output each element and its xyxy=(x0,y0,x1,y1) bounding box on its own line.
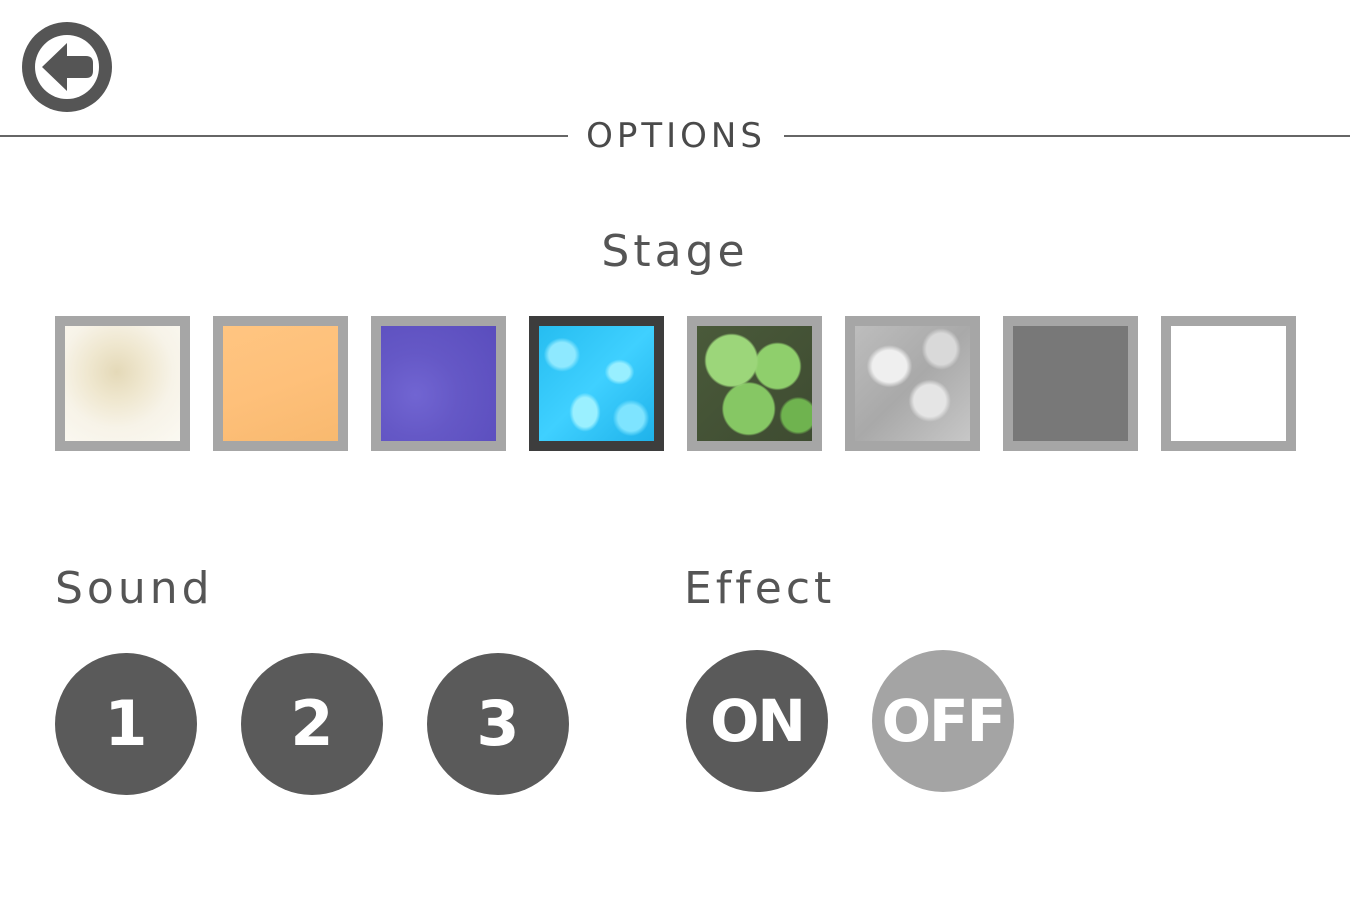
sound-option-1-button[interactable]: 1 xyxy=(55,653,197,795)
stage-swatch-green-clover[interactable] xyxy=(687,316,822,451)
header-divider-right xyxy=(784,135,1350,137)
effect-on-button[interactable]: ON xyxy=(686,650,828,792)
swatch-texture xyxy=(65,326,180,441)
stage-swatch-white[interactable] xyxy=(1161,316,1296,451)
effect-label: Effect xyxy=(684,563,836,614)
back-button[interactable] xyxy=(22,22,112,112)
stage-swatch-blue-water[interactable] xyxy=(529,316,664,451)
sound-option-2-button[interactable]: 2 xyxy=(241,653,383,795)
sound-option-3-button[interactable]: 3 xyxy=(427,653,569,795)
swatch-texture xyxy=(223,326,338,441)
stage-swatch-orange-wood[interactable] xyxy=(213,316,348,451)
swatch-texture xyxy=(697,326,812,441)
swatch-texture xyxy=(1013,326,1128,441)
swatch-texture xyxy=(381,326,496,441)
header-divider-left xyxy=(0,135,568,137)
stage-swatch-purple-space[interactable] xyxy=(371,316,506,451)
back-arrow-icon xyxy=(35,35,99,99)
options-screen: OPTIONS Stage Sound 1 2 3 Effect ON OFF xyxy=(0,0,1350,900)
stage-swatch-cream-marble[interactable] xyxy=(55,316,190,451)
page-title: OPTIONS xyxy=(586,116,766,156)
stage-label: Stage xyxy=(601,226,749,277)
swatch-texture xyxy=(1171,326,1286,441)
swatch-texture xyxy=(539,326,654,441)
stage-swatch-dark-gray[interactable] xyxy=(1003,316,1138,451)
swatch-texture xyxy=(855,326,970,441)
sound-label: Sound xyxy=(55,563,214,614)
effect-off-button[interactable]: OFF xyxy=(872,650,1014,792)
stage-swatch-gray-rock[interactable] xyxy=(845,316,980,451)
